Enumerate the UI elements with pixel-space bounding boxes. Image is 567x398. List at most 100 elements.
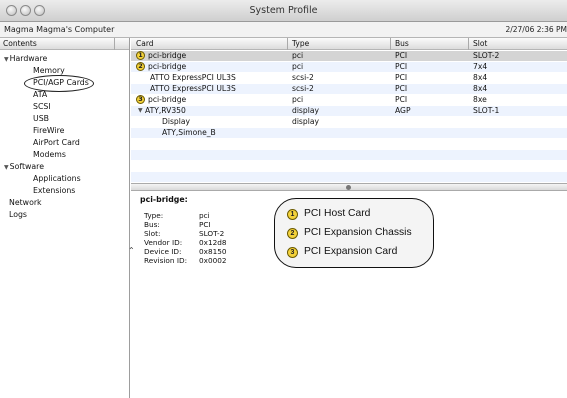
sidebar-item-label: Modems [33, 150, 66, 159]
sidebar-header-label: Contents [3, 39, 37, 48]
card-type: pci [292, 62, 304, 71]
detail-title: pci-bridge: [140, 195, 188, 204]
card-name: ATTO ExpressPCI UL3S [150, 84, 236, 93]
column-header-slot[interactable]: Slot [473, 39, 487, 48]
splitter-grip-icon[interactable] [346, 185, 351, 190]
card-slot: 7x4 [473, 62, 488, 71]
sidebar-item-logs[interactable]: Logs [9, 210, 27, 220]
sidebar-item-firewire[interactable]: FireWire [33, 126, 64, 136]
callout-number-badge: 2 [136, 62, 145, 71]
card-name: Display [162, 117, 190, 126]
sidebar-item-label: SCSI [33, 102, 51, 111]
card-type: scsi-2 [292, 84, 314, 93]
computer-name: Magma Magma's Computer [4, 25, 115, 34]
sidebar-item-label: Memory [33, 66, 65, 75]
selection-highlight-oval [24, 75, 94, 92]
card-type: pci [292, 51, 304, 60]
sidebar-item-airport-card[interactable]: AirPort Card [33, 138, 80, 148]
sidebar-item-label: Hardware [9, 54, 48, 63]
sidebar-item-software[interactable]: ▼Software [4, 162, 44, 173]
column-divider [287, 38, 288, 50]
column-header-type[interactable]: Type [292, 39, 309, 48]
sidebar-item-label: Extensions [33, 186, 76, 195]
table-row [131, 161, 567, 171]
callout-number-badge: 1 [136, 51, 145, 60]
table-row[interactable]: ATY,Simone_B [131, 128, 567, 138]
detail-value: 0x0002 [199, 256, 227, 265]
table-row[interactable]: Display display [131, 117, 567, 127]
card-bus: PCI [395, 62, 408, 71]
table-row [131, 150, 567, 160]
card-slot: 8x4 [473, 73, 488, 82]
sidebar-item-modems[interactable]: Modems [33, 150, 66, 160]
table-row[interactable]: ATTO ExpressPCI UL3S scsi-2 PCI 8x4 [131, 84, 567, 94]
disclosure-triangle-icon[interactable]: ▼ [138, 106, 143, 116]
detail-label: Slot: [144, 229, 161, 238]
window-title: System Profile [249, 5, 318, 16]
sidebar-item-scsi[interactable]: SCSI [33, 102, 51, 112]
pane-splitter[interactable] [131, 183, 567, 191]
callout-number-badge: 1 [287, 209, 298, 220]
table-row[interactable]: 2 pci-bridge pci PCI 7x4 [131, 62, 567, 72]
scroll-indicator-icon: ⌃ [128, 246, 135, 255]
sidebar-item-label: FireWire [33, 126, 65, 135]
table-row [131, 172, 567, 182]
card-type: scsi-2 [292, 73, 314, 82]
card-slot: SLOT-1 [473, 106, 500, 115]
detail-label: Bus: [144, 220, 160, 229]
disclosure-triangle-icon[interactable]: ▼ [4, 56, 9, 63]
sidebar-header[interactable]: Contents [0, 38, 129, 50]
sidebar-item-label: USB [33, 114, 50, 123]
card-slot: SLOT-2 [473, 51, 500, 60]
legend-label: PCI Host Card [304, 208, 371, 219]
card-bus: PCI [395, 51, 408, 60]
table-row[interactable]: ▼ ATY,RV350 display AGP SLOT-1 [131, 106, 567, 116]
detail-value: PCI [199, 220, 211, 229]
detail-label: Vendor ID: [144, 238, 183, 247]
table-header: Card Type Bus Slot [131, 38, 567, 50]
card-slot: 8xe [473, 95, 487, 104]
sidebar-item-extensions[interactable]: Extensions [33, 186, 75, 196]
card-type: display [292, 117, 319, 126]
legend-label: PCI Expansion Card [304, 246, 398, 257]
card-bus: PCI [395, 73, 408, 82]
detail-value: SLOT-2 [199, 229, 225, 238]
callout-number-badge: 3 [287, 247, 298, 258]
table-row[interactable]: ATTO ExpressPCI UL3S scsi-2 PCI 8x4 [131, 73, 567, 83]
sidebar-item-label: Logs [9, 210, 27, 219]
card-name: pci-bridge [148, 51, 187, 60]
card-type: display [292, 106, 319, 115]
callout-number-badge: 3 [136, 95, 145, 104]
sidebar-item-ata[interactable]: ATA [33, 90, 47, 100]
sidebar-item-label: AirPort Card [33, 138, 80, 147]
detail-value: 0x12d8 [199, 238, 227, 247]
callout-legend: 1 PCI Host Card 2 PCI Expansion Chassis … [274, 198, 434, 268]
info-bar: Magma Magma's Computer 2/27/06 2:36 PM [0, 22, 567, 38]
contents-sidebar: Contents ▼Hardware Memory PCI/AGP Cards … [0, 38, 130, 398]
detail-label: Device ID: [144, 247, 182, 256]
column-divider [468, 38, 469, 50]
card-name: ATTO ExpressPCI UL3S [150, 73, 236, 82]
sidebar-item-applications[interactable]: Applications [33, 174, 81, 184]
card-bus: PCI [395, 95, 408, 104]
card-name: pci-bridge [148, 62, 187, 71]
detail-value: pci [199, 211, 210, 220]
card-type: pci [292, 95, 304, 104]
disclosure-triangle-icon[interactable]: ▼ [4, 164, 9, 171]
column-header-bus[interactable]: Bus [395, 39, 409, 48]
column-header-card[interactable]: Card [136, 39, 154, 48]
table-row[interactable]: 3 pci-bridge pci PCI 8xe [131, 95, 567, 105]
detail-label: Revision ID: [144, 256, 188, 265]
detail-label: Type: [144, 211, 164, 220]
sidebar-item-network[interactable]: Network [9, 198, 42, 208]
legend-label: PCI Expansion Chassis [304, 227, 412, 238]
table-row[interactable]: 1 pci-bridge pci PCI SLOT-2 [131, 51, 567, 61]
sidebar-item-hardware[interactable]: ▼Hardware [4, 54, 47, 65]
card-bus: AGP [395, 106, 411, 115]
card-name: ATY,RV350 [145, 106, 186, 115]
column-divider [390, 38, 391, 50]
sidebar-item-label: Applications [33, 174, 81, 183]
card-name: pci-bridge [148, 95, 187, 104]
sidebar-item-label: Software [9, 162, 44, 171]
sidebar-item-usb[interactable]: USB [33, 114, 49, 124]
